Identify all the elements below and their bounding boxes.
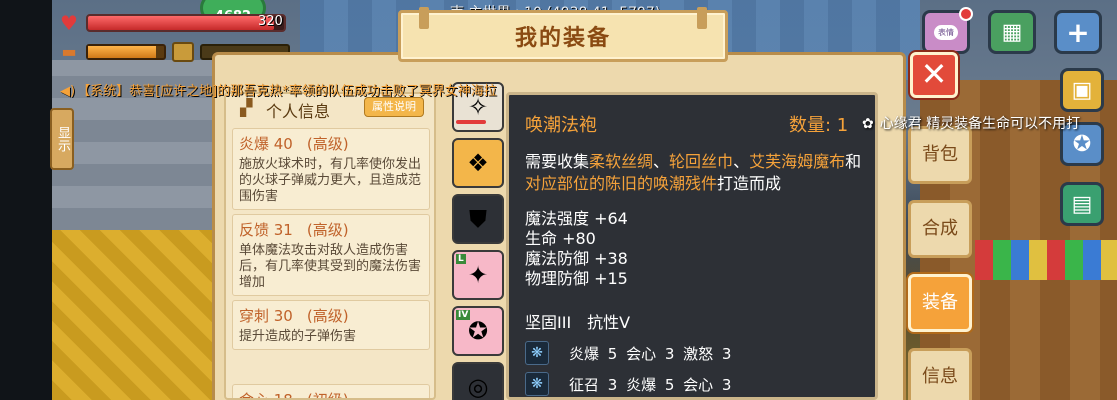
skill-heading: 穿刺 30 (高级) <box>239 305 423 326</box>
equipment-slot[interactable]: ◎ <box>452 362 504 400</box>
watermark: ✿ 心缘君 精灵装备生命可以不用打 <box>862 113 1080 133</box>
item-recipe: 需要收集柔软丝绸、轮回丝巾、艾芙海姆魔布和对应部位的陈旧的唤潮残件打造而成 <box>525 151 869 195</box>
equipment-icon: ❖ <box>467 149 489 177</box>
speaker-icon: ◀) <box>60 84 76 99</box>
chest-icon[interactable]: ▤ <box>1060 182 1104 226</box>
tab-equipment[interactable]: 装备 <box>908 274 972 332</box>
equipment-slot[interactable]: ✪ IV <box>452 306 504 356</box>
stat-line: 生命 +80 <box>525 229 596 248</box>
recipe-sep: 、 <box>733 152 750 171</box>
chat-emote-button[interactable]: 表情 <box>922 7 973 54</box>
skill-card[interactable]: 穿刺 30 (高级) 提升造成的子弹伤害 <box>232 300 430 350</box>
skill-description: 施放火球术时，有几率使你发出的火球子弹威力更大，且造成范围伤害 <box>239 157 422 204</box>
stat-line: 魔法强度 +64 <box>525 209 628 228</box>
plus-icon[interactable]: + <box>1054 10 1102 54</box>
slot-tier-label: IV <box>456 310 471 320</box>
recipe-and: 和 <box>845 152 862 171</box>
blocks-icon[interactable]: ▣ <box>1060 68 1104 112</box>
pin-decoration <box>697 7 707 29</box>
food-icon: ▬ <box>61 42 77 61</box>
attribute-help-button[interactable]: 属性说明 <box>364 97 424 117</box>
health-fill <box>88 16 275 30</box>
equipment-icon: ✪ <box>467 317 489 345</box>
rune-row: ❋ 炎爆 5 会心 3 激怒 3 <box>525 341 731 365</box>
heart-icon: ♥ <box>60 11 78 35</box>
skill-card[interactable]: 炎爆 40 (高级) 施放火球术时，有几率使你发出的火球子弹威力更大，且造成范围伤害 <box>232 128 430 210</box>
skill-level: (高级) <box>306 221 349 239</box>
durability-bar <box>456 120 486 124</box>
show-side-tab[interactable]: 显示 <box>50 108 74 170</box>
hunger-fill <box>88 46 157 58</box>
item-detail-panel: 唤潮法袍 数量: 1 需要收集柔软丝绸、轮回丝巾、艾芙海姆魔布和对应部位的陈旧的… <box>506 92 878 400</box>
tab-info[interactable]: 信息 <box>908 348 972 400</box>
rune-text: 炎爆 5 会心 3 激怒 3 <box>569 344 732 363</box>
shop-icon[interactable]: ▦ <box>988 10 1036 54</box>
skill-name: 反馈 31 <box>239 221 293 239</box>
item-stats: 魔法强度 +64 生命 +80 魔法防御 +38 物理防御 +15 <box>525 209 628 289</box>
recipe-suffix: 打造而成 <box>717 174 782 193</box>
skill-card[interactable]: 反馈 31 (高级) 单体魔法攻击对敌人造成伤害后，有几率使其受到的魔法伤害增加 <box>232 214 430 296</box>
rune-icon: ❋ <box>525 341 549 365</box>
wechat-icon: ✿ <box>862 116 874 132</box>
panel-title: 我的装备 <box>514 26 611 51</box>
equipment-slot[interactable]: ✦ L <box>452 250 504 300</box>
recipe-sep: 、 <box>653 152 670 171</box>
skill-level: (高级) <box>306 307 349 325</box>
stat-line: 魔法防御 +38 <box>525 249 628 268</box>
skill-name: 会心 18 <box>239 391 293 400</box>
equipment-icon: ⛊ <box>469 205 487 233</box>
chat-bubble-icon: 表情 <box>934 24 958 40</box>
close-button[interactable]: ✕ <box>910 52 958 98</box>
notification-dot <box>959 7 973 21</box>
tab-craft[interactable]: 合成 <box>908 200 972 258</box>
panel-title-plate: 我的装备 <box>398 7 728 62</box>
health-value: 320 <box>258 14 283 29</box>
equipment-slot[interactable]: ⛊ <box>452 194 504 244</box>
skill-description: 单体魔法攻击对敌人造成伤害后，有几率使其受到的魔法伤害增加 <box>239 243 422 290</box>
tab-backpack[interactable]: 背包 <box>908 126 972 184</box>
health-bar <box>86 14 286 32</box>
skill-heading: 反馈 31 (高级) <box>239 219 423 240</box>
skill-level: (初级) <box>306 391 349 400</box>
skill-heading: 炎爆 40 (高级) <box>239 133 423 154</box>
trait: 坚固III <box>525 313 572 332</box>
shop-shelf <box>975 240 1117 280</box>
skill-heading: 会心 18 (初级) <box>239 389 423 400</box>
equipment-icon: ✦ <box>467 261 489 289</box>
skill-name: 穿刺 30 <box>239 307 293 325</box>
watermark-text: 心缘君 精灵装备生命可以不用打 <box>879 116 1081 132</box>
recipe-prefix: 需要收集 <box>525 152 590 171</box>
system-message: ◀) 【系统】恭喜[应许之地]的那吾克热*率领的队伍成功击败了冥界女神海拉 <box>60 80 497 99</box>
material-3: 艾芙海姆魔布 <box>749 152 846 171</box>
material-2: 轮回丝巾 <box>669 152 734 171</box>
slot-tier-label: L <box>456 254 466 264</box>
skill-description: 提升造成的子弹伤害 <box>239 329 357 344</box>
info-title: 个人信息 <box>266 102 331 121</box>
trait: 抗性V <box>587 313 631 332</box>
edge-shadow <box>0 0 52 400</box>
item-name: 唤潮法袍 <box>525 115 597 136</box>
skill-level: (高级) <box>306 135 349 153</box>
material-1: 柔软丝绸 <box>589 152 654 171</box>
stairs-icon: ▞ <box>240 98 253 117</box>
skill-card[interactable]: 会心 18 (初级) <box>232 384 430 400</box>
skill-name: 炎爆 40 <box>239 135 293 153</box>
item-traits: 坚固III 抗性V <box>525 309 630 333</box>
personal-info-column[interactable]: ▞ 个人信息 属性说明 炎爆 40 (高级) 施放火球术时，有几率使你发出的火球子弹… <box>224 92 436 400</box>
hunger-bar <box>86 44 166 60</box>
rune-text: 征召 3 炎爆 5 会心 3 <box>569 375 732 394</box>
equipment-slot[interactable]: ❖ <box>452 138 504 188</box>
rune-icon: ❋ <box>525 372 549 396</box>
material-4: 对应部位的陈旧的唤潮残件 <box>525 174 718 193</box>
rune-row: ❋ 征召 3 炎爆 5 会心 3 <box>525 372 731 396</box>
armor-icon <box>172 42 194 62</box>
item-quantity: 数量: 1 <box>789 115 849 136</box>
stat-line: 物理防御 +15 <box>525 269 628 288</box>
pin-decoration <box>419 7 429 29</box>
system-message-text: 【系统】恭喜[应许之地]的那吾克热*率领的队伍成功击败了冥界女神海拉 <box>77 84 497 99</box>
equipment-icon: ◎ <box>467 373 489 400</box>
